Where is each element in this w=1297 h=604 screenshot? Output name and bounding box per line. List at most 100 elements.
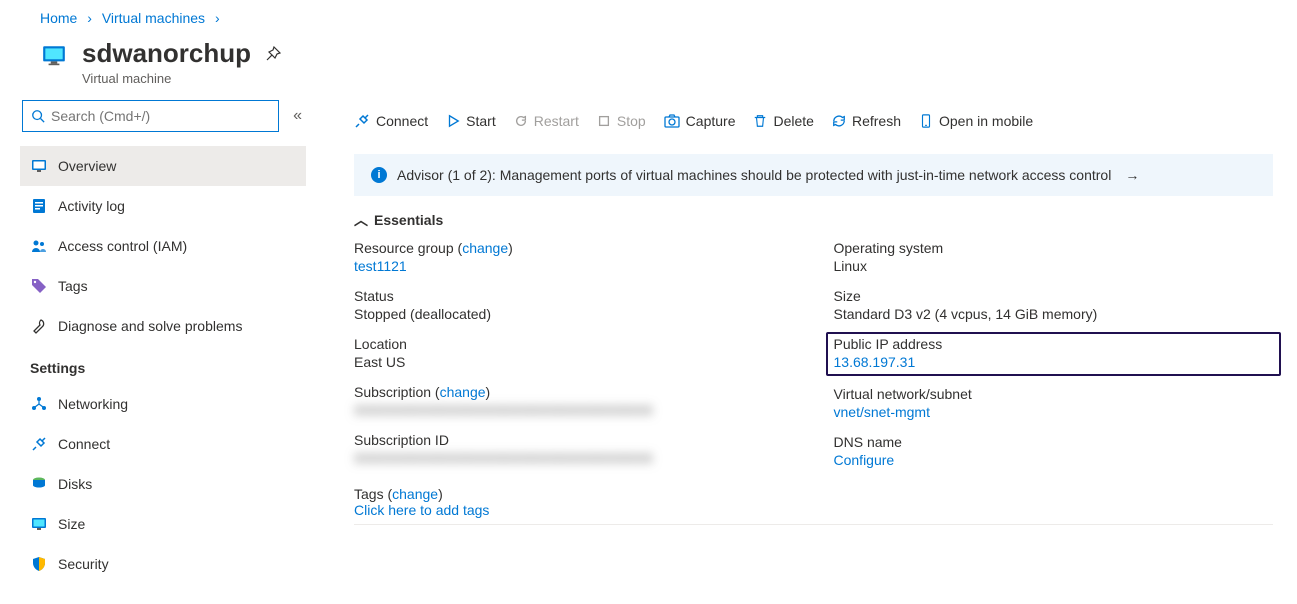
toolbar: Connect Start Restart Stop Capture Delet… — [354, 100, 1273, 142]
play-icon — [446, 114, 460, 128]
dns-label: DNS name — [834, 434, 1274, 450]
toolbar-label: Delete — [773, 113, 813, 129]
trash-icon — [753, 114, 767, 128]
shield-icon — [30, 556, 48, 572]
sidebar-item-disks[interactable]: Disks — [20, 464, 306, 504]
network-icon — [30, 396, 48, 412]
search-input[interactable] — [51, 108, 270, 124]
sidebar-item-activity-log[interactable]: Activity log — [20, 186, 306, 226]
capture-button[interactable]: Capture — [664, 113, 736, 129]
sidebar-item-label: Networking — [58, 396, 128, 412]
tags-label: Tags — [354, 486, 384, 502]
wrench-icon — [30, 318, 48, 334]
status-value: Stopped (deallocated) — [354, 306, 794, 322]
open-mobile-button[interactable]: Open in mobile — [919, 113, 1033, 129]
tag-icon — [30, 278, 48, 294]
plug-icon — [354, 113, 370, 129]
refresh-button[interactable]: Refresh — [832, 113, 901, 129]
essentials-toggle[interactable]: ︿ Essentials — [354, 210, 1273, 230]
size-value: Standard D3 v2 (4 vcpus, 14 GiB memory) — [834, 306, 1274, 322]
size-label: Size — [834, 288, 1274, 304]
toolbar-label: Restart — [534, 113, 579, 129]
subscription-change-link[interactable]: change — [440, 384, 486, 400]
sidebar-item-label: Activity log — [58, 198, 125, 214]
vnet-label: Virtual network/subnet — [834, 386, 1274, 402]
toolbar-label: Connect — [376, 113, 428, 129]
sidebar-item-iam[interactable]: Access control (IAM) — [20, 226, 306, 266]
plug-icon — [30, 436, 48, 452]
rg-value[interactable]: test1121 — [354, 258, 407, 274]
chevron-up-icon: ︿ — [354, 210, 368, 230]
mobile-icon — [919, 114, 933, 128]
chevron-right-icon: › — [209, 10, 226, 26]
tags-row: Tags (change) Click here to add tags — [354, 486, 1273, 525]
disks-icon — [30, 476, 48, 492]
sidebar-item-security[interactable]: Security — [20, 544, 306, 584]
sidebar-item-label: Connect — [58, 436, 110, 452]
log-icon — [30, 198, 48, 214]
page-title-row: sdwanorchup Virtual machine — [0, 32, 1297, 100]
advisor-banner[interactable]: i Advisor (1 of 2): Management ports of … — [354, 154, 1273, 196]
camera-icon — [664, 113, 680, 129]
os-value: Linux — [834, 258, 1274, 274]
advisor-text: Advisor (1 of 2): Management ports of vi… — [397, 167, 1111, 183]
chevron-right-icon: › — [81, 10, 98, 26]
stop-button: Stop — [597, 113, 646, 129]
search-icon — [31, 109, 45, 123]
sidebar-item-label: Size — [58, 516, 85, 532]
start-button[interactable]: Start — [446, 113, 496, 129]
sidebar-section-settings: Settings — [20, 346, 306, 384]
subscription-value[interactable]: XXXXXXXXXXXXXXXXXXXXXXXXXXXXXXXX — [354, 402, 653, 418]
sidebar-item-tags[interactable]: Tags — [20, 266, 306, 306]
sidebar-item-label: Tags — [58, 278, 88, 294]
toolbar-label: Capture — [686, 113, 736, 129]
os-label: Operating system — [834, 240, 1274, 256]
location-value: East US — [354, 354, 794, 370]
sidebar-item-label: Overview — [58, 158, 116, 174]
restart-icon — [514, 114, 528, 128]
public-ip-highlight: Public IP address 13.68.197.31 — [826, 332, 1282, 376]
breadcrumb-home[interactable]: Home — [40, 10, 77, 26]
info-icon: i — [371, 167, 387, 183]
sidebar-item-label: Diagnose and solve problems — [58, 318, 242, 334]
breadcrumb-vms[interactable]: Virtual machines — [102, 10, 205, 26]
subscription-id-label: Subscription ID — [354, 432, 794, 448]
sidebar-item-overview[interactable]: Overview — [20, 146, 306, 186]
vnet-value[interactable]: vnet/snet-mgmt — [834, 404, 930, 420]
sidebar: « Overview Activity log Access control (… — [0, 100, 320, 604]
stop-icon — [597, 114, 611, 128]
people-icon — [30, 238, 48, 254]
page-title: sdwanorchup — [82, 38, 251, 69]
public-ip-value[interactable]: 13.68.197.31 — [834, 354, 916, 370]
pin-icon[interactable] — [265, 46, 281, 65]
dns-configure-link[interactable]: Configure — [834, 452, 895, 468]
location-label: Location — [354, 336, 794, 352]
sidebar-item-diagnose[interactable]: Diagnose and solve problems — [20, 306, 306, 346]
arrow-right-icon: → — [1125, 167, 1139, 183]
rg-label: Resource group — [354, 240, 454, 256]
monitor-icon — [30, 158, 48, 174]
connect-button[interactable]: Connect — [354, 113, 428, 129]
tags-change-link[interactable]: change — [392, 486, 438, 502]
essentials-grid: Resource group (change) test1121 Status … — [354, 240, 1273, 482]
sidebar-item-networking[interactable]: Networking — [20, 384, 306, 424]
collapse-sidebar-icon[interactable]: « — [289, 103, 306, 129]
essentials-right-col: Operating system Linux Size Standard D3 … — [834, 240, 1274, 482]
subscription-label: Subscription — [354, 384, 431, 400]
search-input-wrapper[interactable] — [22, 100, 279, 132]
sidebar-item-connect[interactable]: Connect — [20, 424, 306, 464]
add-tags-link[interactable]: Click here to add tags — [354, 502, 489, 518]
vm-icon — [40, 42, 68, 70]
restart-button: Restart — [514, 113, 579, 129]
page-subtitle: Virtual machine — [82, 71, 251, 86]
rg-change-link[interactable]: change — [462, 240, 508, 256]
sidebar-item-size[interactable]: Size — [20, 504, 306, 544]
essentials-label: Essentials — [374, 212, 443, 228]
toolbar-label: Refresh — [852, 113, 901, 129]
sidebar-item-label: Access control (IAM) — [58, 238, 187, 254]
essentials-left-col: Resource group (change) test1121 Status … — [354, 240, 794, 482]
subscription-id-value: XXXXXXXXXXXXXXXXXXXXXXXXXXXXXXXX — [354, 450, 794, 466]
public-ip-label: Public IP address — [834, 336, 1274, 352]
breadcrumb: Home › Virtual machines › — [0, 0, 1297, 32]
delete-button[interactable]: Delete — [753, 113, 813, 129]
